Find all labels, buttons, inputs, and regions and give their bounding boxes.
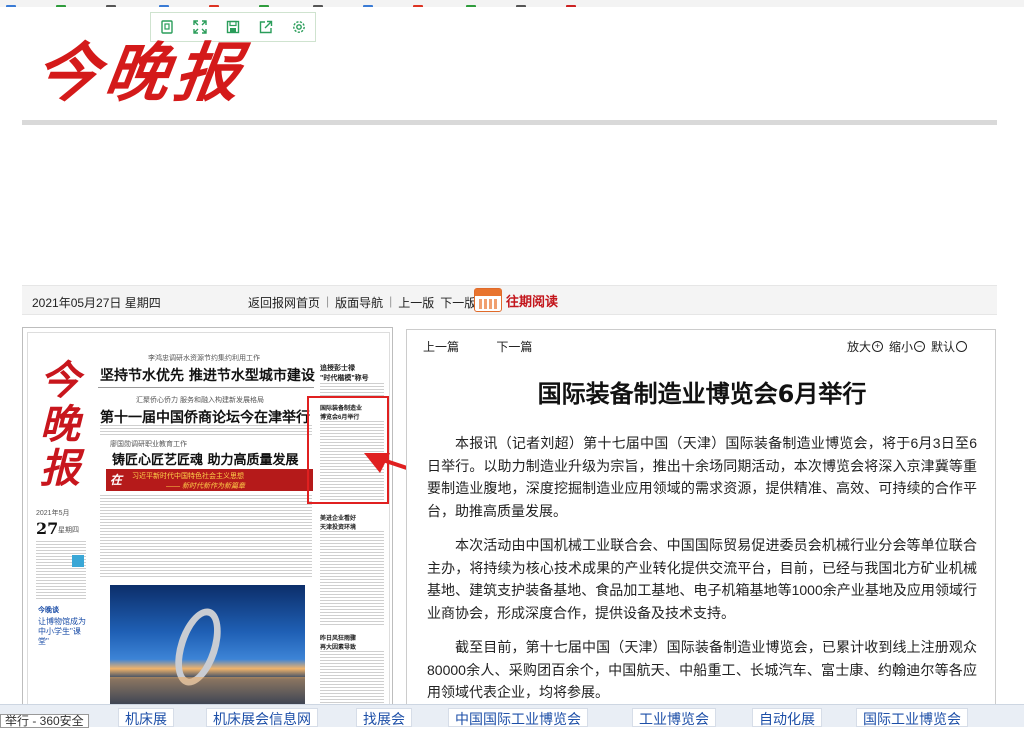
zoom-controls: 放大 + 缩小 − 默认 — [841, 338, 967, 355]
related-link[interactable]: 自动化展 — [752, 708, 822, 727]
newspaper-page-image[interactable]: 今晚报 2021年5月 27 星期四 今晚谈 让博物馆成为中小学生"课堂" 李鸿… — [22, 327, 393, 727]
paper-headline-2: 第十一届中国侨商论坛今在津举行 — [100, 410, 310, 426]
next-page-link[interactable]: 下一版 — [440, 294, 476, 311]
prev-article-link[interactable]: 上一篇 — [423, 340, 459, 354]
paper-side-4: 昨日风狂雨骤 再大因素导致 — [320, 636, 357, 651]
paper-date-day: 27 — [36, 519, 59, 538]
paper-headline-1: 坚持节水优先 推进节水型城市建设 — [100, 368, 315, 384]
home-link[interactable]: 返回报网首页 — [248, 294, 320, 311]
prev-page-link[interactable]: 上一版 — [398, 294, 434, 311]
page-nav-link[interactable]: 版面导航 — [335, 294, 383, 311]
article-paragraph: 本次活动由中国机械工业联合会、中国国际贸易促进委员会机械行业分会等单位联合主办，… — [427, 537, 977, 621]
past-issues-label: 往期阅读 — [506, 293, 559, 309]
related-link[interactable]: 国际工业博览会 — [856, 708, 968, 727]
issue-navbar: 2021年05月27日 星期四 返回报网首页| 版面导航| 上一版 下一版| 往… — [22, 285, 997, 315]
paper-headline-3: 铸匠心匠艺匠魂 助力高质量发展 — [112, 453, 299, 468]
paper-date-year: 2021年5月 — [36, 510, 70, 517]
article-title: 国际装备制造业博览会6月举行 — [537, 380, 867, 408]
paper-headline-1-sub: 李鸿忠调研水资源节约集约利用工作 — [148, 355, 260, 362]
next-article-link[interactable]: 下一篇 — [496, 340, 532, 354]
zoom-in-button[interactable]: 放大 + — [847, 338, 883, 355]
minus-circle-icon: − — [913, 341, 925, 352]
related-links-bar: 举行 - 360安全 机床展 机床展会信息网 找展会 中国国际工业博览会 工业博… — [0, 704, 1024, 728]
zoom-out-button[interactable]: 缩小 − — [889, 338, 925, 355]
related-link[interactable]: 找展会 — [356, 708, 412, 727]
zoom-default-button[interactable]: 默认 — [931, 338, 967, 355]
paper-photo — [110, 585, 305, 720]
article-body: 本报讯（记者刘超）第十七届中国（天津）国际装备制造业博览会，将于6月3日至6日举… — [427, 432, 977, 716]
issue-links: 返回报网首页| 版面导航| 上一版 下一版| — [248, 294, 485, 311]
paper-side-1: 追授彭士禄 "时代楷模"称号 — [320, 365, 369, 382]
article-paragraph: 截至目前，第十七届中国（天津）国际装备制造业博览会，已累计收到线上注册观众800… — [427, 639, 977, 700]
paper-headline-2-sub: 汇聚侨心侨力 服务和融入构建新发展格局 — [136, 397, 264, 404]
article-panel: 上一篇 下一篇 放大 + 缩小 − 默认 国际装备制造业博览会6月举行 本报讯（记者… — [406, 329, 996, 727]
related-link[interactable]: 机床展 — [118, 708, 174, 727]
site-logo[interactable]: 今晚报 — [30, 22, 253, 114]
circle-icon — [956, 341, 967, 352]
calendar-icon — [474, 288, 502, 312]
related-link[interactable]: 中国国际工业博览会 — [448, 708, 588, 727]
issue-date: 2021年05月27日 星期四 — [32, 296, 161, 310]
article-paragraph: 本报讯（记者刘超）第十七届中国（天津）国际装备制造业博览会，将于6月3日至6日举… — [427, 435, 977, 519]
share-icon[interactable] — [257, 18, 275, 36]
article-nav: 上一篇 下一篇 — [423, 338, 566, 355]
paper-left-tag: 今晚谈 — [38, 607, 59, 614]
paper-headline-3-sub: 廖国勋调研职业教育工作 — [110, 441, 187, 448]
paper-date-week: 星期四 — [58, 527, 79, 534]
bookmark-strip — [0, 0, 1024, 7]
related-link[interactable]: 机床展会信息网 — [206, 708, 318, 727]
plus-circle-icon: + — [871, 341, 883, 352]
paper-masthead: 今晚报 — [40, 357, 80, 492]
related-link[interactable]: 工业博览会 — [632, 708, 716, 727]
paper-left-text: 让博物馆成为中小学生"课堂" — [38, 617, 86, 646]
settings-icon[interactable] — [290, 18, 308, 36]
past-issues-link[interactable]: 往期阅读 — [474, 288, 558, 312]
header-divider — [22, 120, 997, 125]
status-tooltip: 举行 - 360安全 — [0, 714, 89, 728]
paper-banner: 在 习近平新时代中国特色社会主义思想 —— 新时代新作为新篇章 — [106, 469, 313, 491]
